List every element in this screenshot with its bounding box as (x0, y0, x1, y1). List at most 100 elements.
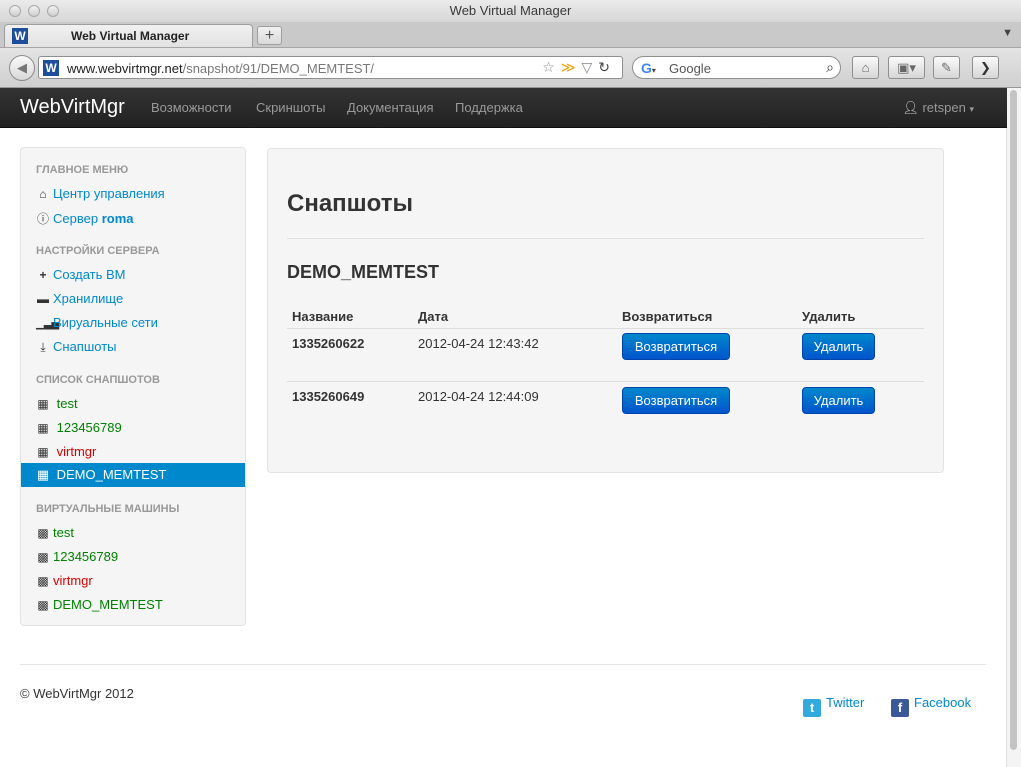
nav-documentation[interactable]: Документация (347, 100, 434, 115)
search-bar[interactable]: G▾ Google ⌕ (632, 56, 841, 79)
new-tab-button[interactable]: + (257, 26, 282, 45)
main-content: Снапшоты DEMO_MEMTEST Название Дата Возв… (267, 148, 944, 473)
sidebar-item-label: Хранилище (53, 291, 124, 306)
sidebar-header-snapshots: СПИСОК СНАПШОТОВ (36, 374, 160, 386)
user-menu[interactable]: 👤︎ retspen ▾ (902, 100, 974, 116)
sidebar-item-label: 123456789 (53, 549, 119, 564)
signal-icon: ▁▃▅ (36, 319, 60, 330)
home-button[interactable]: ⌂ (852, 56, 879, 79)
url-path: /snapshot/91/DEMO_MEMTEST/ (182, 61, 375, 76)
column-header-delete: Удалить (802, 309, 856, 324)
nav-screenshots[interactable]: Скриншоты (256, 100, 325, 115)
tab-strip: W Web Virtual Manager + ▼ (0, 22, 1021, 48)
sidebar-item-label: Сервер (53, 211, 99, 226)
sidebar-item-label: Снапшоты (53, 339, 117, 354)
snapshot-date: 2012-04-24 12:44:09 (418, 389, 539, 404)
home-icon: ⌂ (861, 60, 870, 75)
browser-tab[interactable]: W Web Virtual Manager (4, 24, 253, 47)
vm-name-heading: DEMO_MEMTEST (287, 262, 440, 282)
scrollbar-thumb[interactable] (1010, 90, 1017, 750)
nav-features[interactable]: Возможности (151, 100, 232, 115)
twitter-icon: t (803, 699, 821, 717)
th-large-icon: ▩ (37, 526, 49, 540)
grid-icon: ▦ (37, 421, 49, 435)
sidebar-item-label: DEMO_MEMTEST (56, 467, 167, 482)
browser-toolbar: ◀ W www.webvirtmgr.net/snapshot/91/DEMO_… (0, 48, 1021, 88)
sidebar-item-label: test (53, 525, 74, 540)
delete-button[interactable]: Удалить (802, 387, 875, 414)
revert-button[interactable]: Возвратиться (622, 333, 730, 360)
window-title: Web Virtual Manager (449, 3, 572, 18)
minimize-window-button[interactable] (28, 5, 40, 17)
snapshot-date: 2012-04-24 12:43:42 (418, 336, 539, 351)
sidebar-header-main: ГЛАВНОЕ МЕНЮ (36, 164, 129, 176)
close-window-button[interactable] (9, 5, 21, 17)
snapshot-name: 1335260649 (292, 389, 365, 404)
search-placeholder: Google (669, 61, 711, 76)
sidebar: ГЛАВНОЕ МЕНЮ ⌂ Центр управления ⓘ Сервер r… (20, 147, 246, 626)
sidebar-item-server[interactable]: ⓘ Сервер roma (36, 210, 134, 227)
th-large-icon: ▩ (37, 574, 49, 588)
evernote-button[interactable]: ✎ (933, 56, 960, 79)
site-brand[interactable]: WebVirtMgr (20, 96, 125, 119)
table-row-divider (287, 381, 924, 382)
snapshot-item-123456789[interactable]: ▦ 123456789 (36, 420, 122, 435)
page-scrollbar[interactable] (1006, 88, 1021, 767)
sidebar-item-label: virtmgr (53, 573, 93, 588)
sidebar-item-snapshots[interactable]: ⤓ Снапшоты (36, 339, 117, 355)
column-header-date: Дата (418, 309, 449, 324)
site-navbar: WebVirtMgr Возможности Скриншоты Докумен… (0, 88, 1007, 128)
nav-support[interactable]: Поддержка (455, 100, 523, 115)
snapshot-item-virtmgr[interactable]: ▦ virtmgr (36, 444, 96, 459)
tab-title: Web Virtual Manager (71, 29, 190, 43)
sidebar-item-networks[interactable]: ▁▃▅Вируальные сети (36, 315, 158, 330)
sidebar-item-storage[interactable]: ▬ Хранилище (36, 291, 123, 306)
zoom-window-button[interactable] (47, 5, 59, 17)
address-bar[interactable]: W www.webvirtmgr.net/snapshot/91/DEMO_ME… (38, 56, 623, 79)
snapshot-item-test[interactable]: ▦ test (36, 396, 77, 411)
column-header-revert: Возвратиться (622, 309, 713, 324)
twitter-label: Twitter (826, 695, 865, 710)
sidebar-item-label: Вируальные сети (53, 315, 158, 330)
sidebar-item-label: Создать ВМ (53, 267, 126, 282)
sidebar-header-server: НАСТРОЙКИ СЕРВЕРА (36, 245, 160, 257)
more-tools-button[interactable]: ❯ (972, 56, 999, 79)
delete-button[interactable]: Удалить (802, 333, 875, 360)
caret-down-icon: ▾ (969, 104, 974, 114)
vm-item-123456789[interactable]: ▩ 123456789 (36, 549, 118, 564)
vm-item-demo-memtest[interactable]: ▩ DEMO_MEMTEST (36, 597, 162, 612)
download-icon: ⤓ (40, 340, 46, 354)
grid-icon: ▦ (37, 397, 49, 411)
vm-item-virtmgr[interactable]: ▩ virtmgr (36, 573, 93, 588)
tab-list-chevron-icon[interactable]: ▼ (1002, 27, 1013, 39)
th-large-icon: ▩ (37, 550, 49, 564)
search-icon[interactable]: ⌕ (826, 59, 834, 76)
plus-icon: + (39, 268, 47, 282)
twitter-link[interactable]: t Twitter (803, 695, 864, 717)
reload-icon[interactable]: ↻ (598, 59, 616, 75)
user-name: retspen (922, 100, 966, 115)
facebook-icon: f (891, 699, 909, 717)
sidebar-item-create-vm[interactable]: + Создать ВМ (36, 267, 126, 282)
url-history-icon[interactable]: ▽ (581, 59, 598, 75)
snapshot-item-demo-memtest-active[interactable]: ▦ DEMO_MEMTEST (21, 463, 245, 487)
sidebar-item-dashboard[interactable]: ⌂ Центр управления (36, 186, 164, 201)
info-icon: ⓘ (36, 212, 49, 226)
vm-item-test[interactable]: ▩ test (36, 525, 74, 540)
bookmarks-menu-button[interactable]: ▣▾ (888, 56, 925, 79)
evernote-icon: ✎ (941, 60, 952, 75)
revert-button[interactable]: Возвратиться (622, 387, 730, 414)
server-name: roma (101, 211, 134, 226)
snapshot-name: 1335260622 (292, 336, 365, 351)
site-favicon-icon: W (12, 28, 28, 44)
url-text[interactable]: www.webvirtmgr.net/snapshot/91/DEMO_MEMT… (67, 61, 374, 76)
bookmark-star-icon[interactable]: ☆ (542, 59, 561, 75)
google-icon[interactable]: G▾ (641, 60, 656, 76)
rss-icon[interactable]: ≫ (561, 59, 582, 75)
facebook-link[interactable]: f Facebook (891, 695, 971, 717)
sidebar-item-label: 123456789 (56, 420, 122, 435)
url-actions: ☆≫▽↻ (542, 59, 616, 76)
facebook-label: Facebook (914, 695, 972, 710)
site-favicon-icon: W (43, 60, 59, 76)
back-button[interactable]: ◀ (9, 55, 35, 81)
